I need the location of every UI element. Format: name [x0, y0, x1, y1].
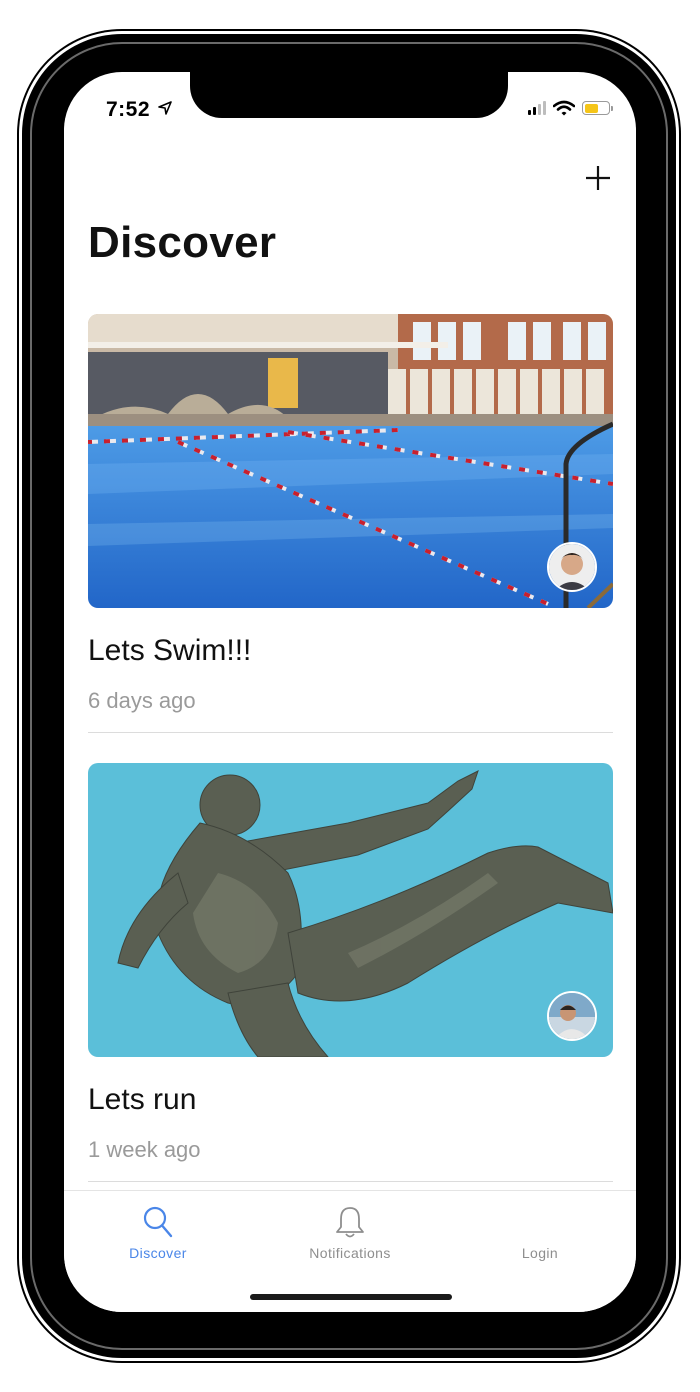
card-timestamp: 1 week ago — [88, 1137, 201, 1162]
feed-card[interactable]: Lets run 1 week ago — [88, 763, 613, 1182]
battery-icon — [582, 101, 613, 115]
notch — [190, 72, 508, 118]
card-divider — [88, 732, 613, 733]
running-statue-photo[interactable] — [88, 763, 613, 1057]
tab-login[interactable]: Login — [470, 1191, 610, 1271]
cellular-signal-icon — [528, 101, 546, 115]
card-timestamp: 6 days ago — [88, 688, 196, 713]
wifi-icon — [553, 100, 575, 116]
card-title[interactable]: Lets Swim!!! — [88, 634, 251, 668]
add-button[interactable] — [582, 162, 614, 194]
tab-notifications[interactable]: Notifications — [280, 1191, 420, 1271]
plus-icon — [586, 166, 610, 190]
location-arrow-icon — [158, 101, 173, 115]
home-indicator[interactable] — [250, 1294, 452, 1300]
swimming-pool-photo[interactable] — [88, 314, 613, 608]
tab-label: Login — [521, 1245, 559, 1261]
bell-icon — [336, 1207, 364, 1238]
user-avatar[interactable] — [547, 542, 597, 592]
feed-card[interactable]: Lets Swim!!! 6 days ago — [88, 314, 613, 733]
tab-label: Notifications — [309, 1245, 391, 1261]
screen: 7:52 Discover Lets Swim!!! 6 days ago Le… — [64, 72, 636, 1312]
status-time: 7:52 — [106, 98, 173, 122]
battery-level — [584, 103, 599, 113]
user-avatar[interactable] — [547, 991, 597, 1041]
card-divider — [88, 1181, 613, 1182]
status-indicators — [528, 100, 613, 116]
search-icon — [143, 1206, 173, 1238]
status-time-text: 7:52 — [106, 98, 151, 121]
tab-discover[interactable]: Discover — [88, 1191, 228, 1271]
card-title[interactable]: Lets run — [88, 1083, 196, 1117]
tab-label: Discover — [129, 1245, 187, 1261]
page-title: Discover — [88, 218, 277, 267]
